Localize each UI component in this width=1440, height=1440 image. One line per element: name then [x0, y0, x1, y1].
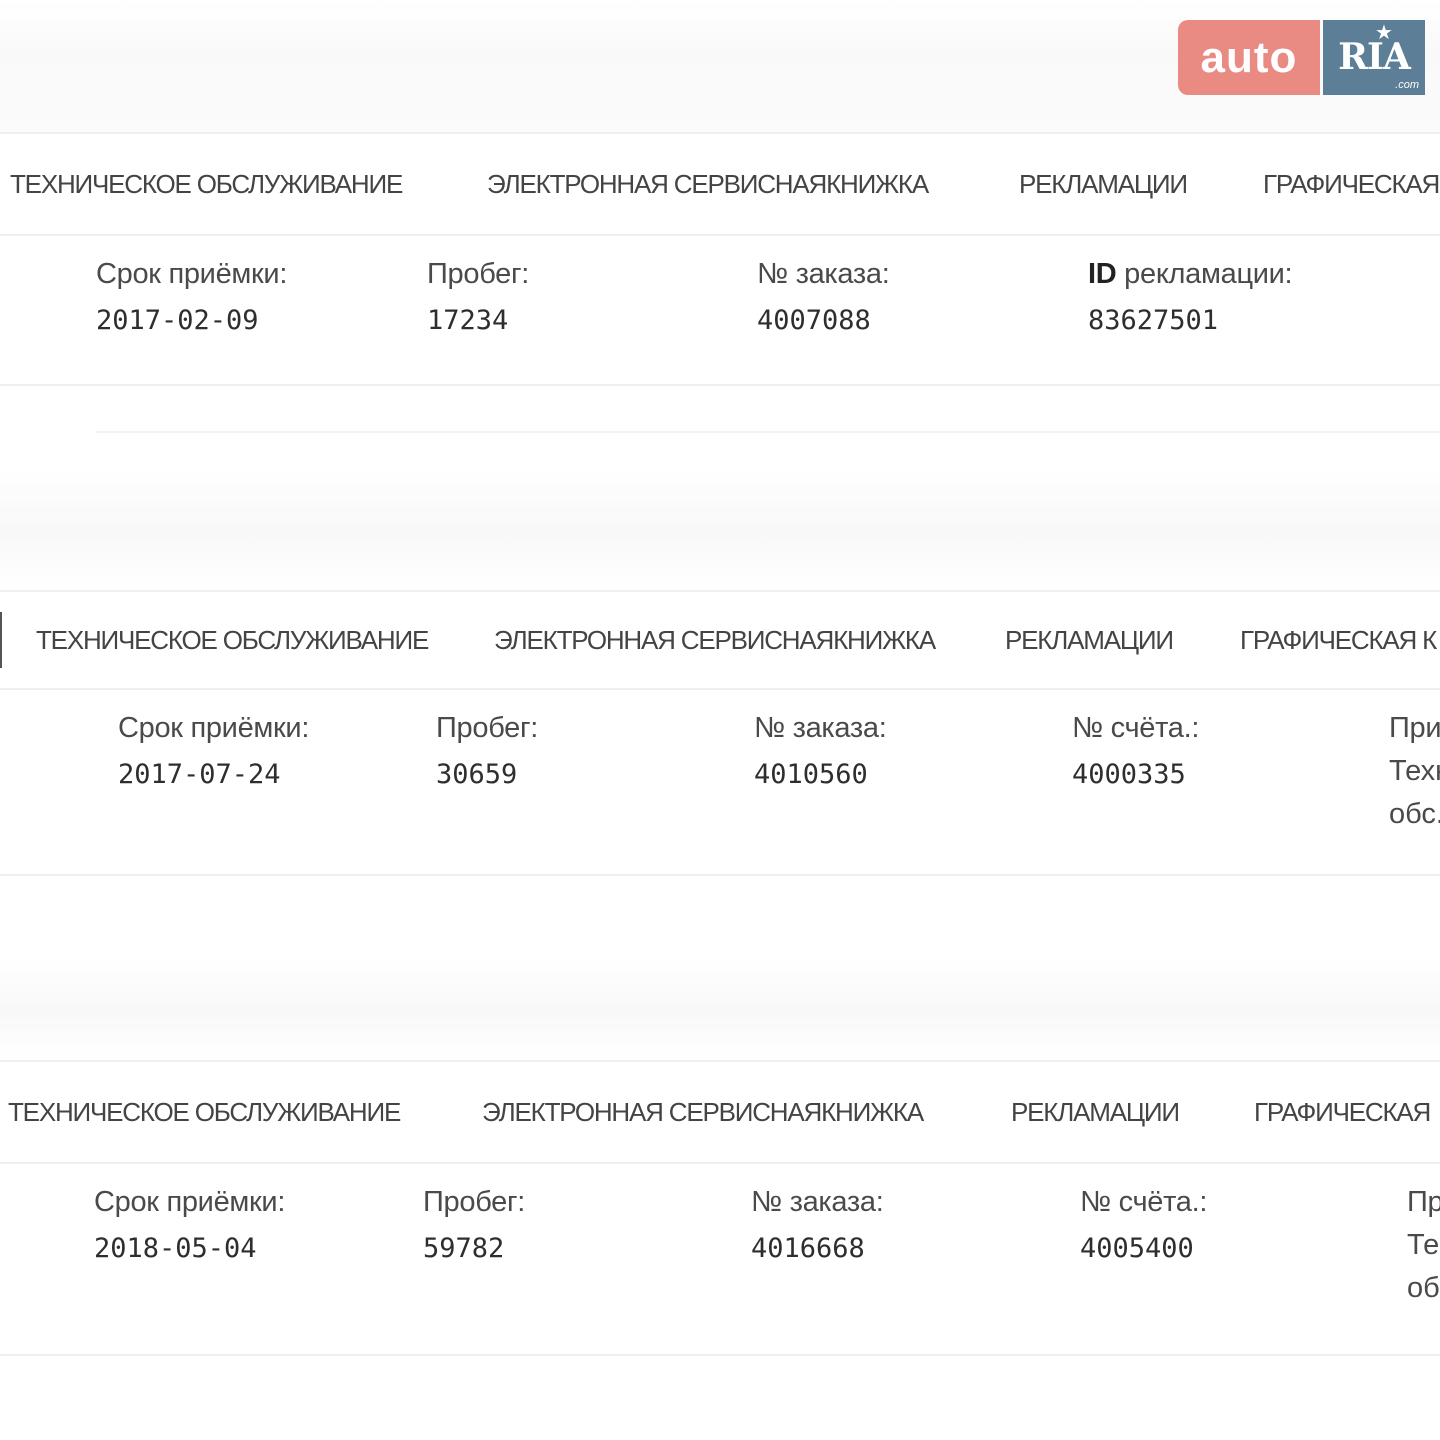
tab-claims[interactable]: РЕКЛАМАЦИИ: [1011, 1062, 1180, 1162]
truncated-line-1: Техн: [1389, 755, 1440, 787]
order-value: 4016668: [751, 1233, 865, 1264]
date-label: Срок приёмки:: [96, 258, 288, 290]
logo-auto-part: auto: [1178, 20, 1320, 95]
invoice-label: № счёта.:: [1072, 712, 1200, 744]
divider: [0, 1354, 1440, 1356]
field-date: Срок приёмки: 2018-05-04: [94, 1186, 285, 1264]
mileage-value: 17234: [427, 305, 509, 336]
truncated-line-2: об: [1407, 1272, 1440, 1304]
tab-maintenance[interactable]: ТЕХНИЧЕСКОЕ ОБСЛУЖИВАНИЕ: [36, 592, 429, 688]
mileage-value: 30659: [436, 759, 518, 790]
divider: [96, 431, 1440, 433]
field-truncated: Пр Те об: [1407, 1186, 1440, 1305]
divider: [0, 874, 1440, 876]
tab-graphic[interactable]: ГРАФИЧЕСКАЯ: [1254, 1062, 1431, 1162]
invoice-value: 4000335: [1072, 759, 1186, 790]
logo-ria-part: ★ RIA .com: [1323, 20, 1425, 95]
logo-com-text: .com: [1395, 79, 1419, 91]
mileage-label: Пробег:: [427, 258, 530, 290]
autoria-logo[interactable]: auto ★ RIA .com: [1178, 20, 1425, 95]
order-label: № заказа:: [754, 712, 887, 744]
truncated-label: Пр: [1407, 1186, 1440, 1218]
field-date: Срок приёмки: 2017-02-09: [96, 258, 287, 336]
date-label: Срок приёмки:: [118, 712, 310, 744]
claim-id-label: ID рекламации:: [1088, 258, 1293, 291]
date-value: 2017-07-24: [118, 759, 281, 790]
field-date: Срок приёмки: 2017-07-24: [118, 712, 309, 790]
field-mileage: Пробег: 30659: [436, 712, 538, 790]
field-invoice: № счёта.: 4000335: [1072, 712, 1199, 790]
section-gap: [0, 470, 1440, 590]
tab-bar-1: ТЕХНИЧЕСКОЕ ОБСЛУЖИВАНИЕ ЭЛЕКТРОННАЯ СЕР…: [0, 132, 1440, 236]
section-gap: [0, 960, 1440, 1060]
tab-graphic[interactable]: ГРАФИЧЕСКАЯ: [1263, 134, 1440, 234]
order-label: № заказа:: [757, 258, 890, 290]
page: auto ★ RIA .com ТЕХНИЧЕСКОЕ ОБСЛУЖИВАНИЕ…: [0, 0, 1440, 1440]
tab-maintenance[interactable]: ТЕХНИЧЕСКОЕ ОБСЛУЖИВАНИЕ: [8, 1062, 401, 1162]
tab-service-book[interactable]: ЭЛЕКТРОННАЯ СЕРВИСНАЯКНИЖКА: [482, 1062, 924, 1162]
field-mileage: Пробег: 59782: [423, 1186, 525, 1264]
tab-claims[interactable]: РЕКЛАМАЦИИ: [1005, 592, 1174, 688]
date-label: Срок приёмки:: [94, 1186, 286, 1218]
claim-id-value: 83627501: [1088, 305, 1219, 336]
claim-id-label-rest: рекламации:: [1116, 258, 1293, 290]
tab-service-book[interactable]: ЭЛЕКТРОННАЯ СЕРВИСНАЯКНИЖКА: [487, 134, 929, 234]
field-truncated: При Техн обс.: [1389, 712, 1440, 831]
field-claim-id: ID рекламации: 83627501: [1088, 258, 1293, 336]
order-value: 4010560: [754, 759, 868, 790]
date-value: 2017-02-09: [96, 305, 259, 336]
record-2: Срок приёмки: 2017-07-24 Пробег: 30659 №…: [0, 688, 1440, 874]
active-tab-marker: [0, 612, 2, 668]
invoice-value: 4005400: [1080, 1233, 1194, 1264]
truncated-line-2: обс.: [1389, 798, 1440, 830]
field-order: № заказа: 4010560: [754, 712, 887, 790]
order-label: № заказа:: [751, 1186, 884, 1218]
tab-bar-2: ТЕХНИЧЕСКОЕ ОБСЛУЖИВАНИЕ ЭЛЕКТРОННАЯ СЕР…: [0, 590, 1440, 690]
field-invoice: № счёта.: 4005400: [1080, 1186, 1207, 1264]
record-1: Срок приёмки: 2017-02-09 Пробег: 17234 №…: [0, 234, 1440, 384]
mileage-label: Пробег:: [423, 1186, 526, 1218]
tab-graphic[interactable]: ГРАФИЧЕСКАЯ К: [1240, 592, 1437, 688]
field-mileage: Пробег: 17234: [427, 258, 529, 336]
invoice-label: № счёта.:: [1080, 1186, 1208, 1218]
mileage-value: 59782: [423, 1233, 505, 1264]
tab-maintenance[interactable]: ТЕХНИЧЕСКОЕ ОБСЛУЖИВАНИЕ: [10, 134, 403, 234]
logo-ria-text: RIA: [1338, 36, 1411, 78]
tab-service-book[interactable]: ЭЛЕКТРОННАЯ СЕРВИСНАЯКНИЖКА: [494, 592, 936, 688]
tab-bar-3: ТЕХНИЧЕСКОЕ ОБСЛУЖИВАНИЕ ЭЛЕКТРОННАЯ СЕР…: [0, 1060, 1440, 1164]
record-3: Срок приёмки: 2018-05-04 Пробег: 59782 №…: [0, 1162, 1440, 1354]
claim-id-label-bold: ID: [1088, 258, 1117, 290]
field-order: № заказа: 4016668: [751, 1186, 884, 1264]
truncated-label: При: [1389, 712, 1440, 744]
divider: [0, 384, 1440, 386]
tab-claims[interactable]: РЕКЛАМАЦИИ: [1019, 134, 1188, 234]
date-value: 2018-05-04: [94, 1233, 257, 1264]
mileage-label: Пробег:: [436, 712, 539, 744]
field-order: № заказа: 4007088: [757, 258, 890, 336]
order-value: 4007088: [757, 305, 871, 336]
truncated-line-1: Те: [1407, 1229, 1440, 1261]
